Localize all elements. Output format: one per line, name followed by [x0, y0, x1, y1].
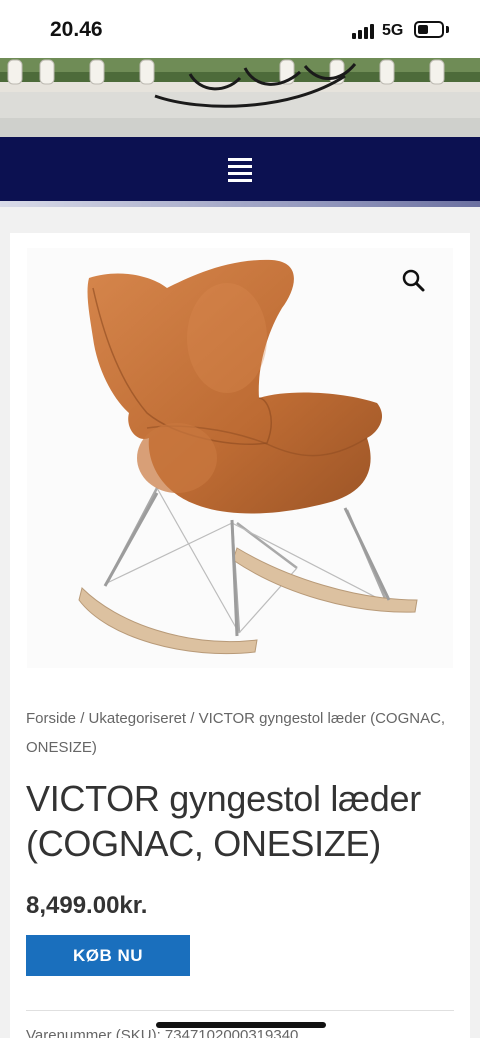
breadcrumb-separator: /: [76, 710, 89, 727]
status-time: 20.46: [50, 18, 103, 41]
breadcrumb-category[interactable]: Ukategoriseret: [89, 710, 187, 727]
divider: [26, 1010, 454, 1011]
zoom-button[interactable]: [396, 263, 432, 299]
breadcrumb-home[interactable]: Forside: [26, 710, 76, 727]
home-indicator: [156, 1022, 326, 1028]
breadcrumb: Forside / Ukategoriseret / VICTOR gynges…: [26, 704, 456, 762]
status-bar: 20.46 5G: [0, 0, 480, 58]
buy-now-button[interactable]: KØB NU: [26, 935, 190, 976]
product-sku: Varenummer (SKU): 7347102000319340: [26, 1027, 299, 1038]
hamburger-icon[interactable]: [228, 158, 252, 182]
network-label: 5G: [382, 22, 404, 39]
product-image[interactable]: [27, 248, 453, 668]
breadcrumb-separator: /: [186, 710, 199, 727]
battery-icon: [414, 21, 444, 38]
signal-icon: [352, 23, 376, 39]
product-price: 8,499.00kr.: [26, 892, 148, 919]
search-icon: [402, 269, 425, 292]
header-image: [0, 58, 480, 137]
product-title: VICTOR gyngestol læder (COGNAC, ONESIZE): [26, 778, 421, 864]
